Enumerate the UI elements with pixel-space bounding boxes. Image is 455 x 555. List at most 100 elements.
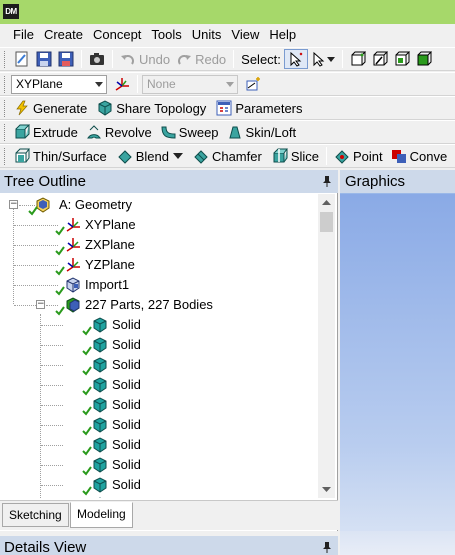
scroll-down-icon[interactable] [318, 481, 335, 498]
collapse-toggle[interactable]: − [36, 300, 45, 309]
tree-item-label: XYPlane [85, 217, 136, 232]
tree-item-label: Solid [112, 417, 141, 432]
tree-scrollbar[interactable] [318, 194, 335, 498]
face-filter-button[interactable] [391, 49, 413, 69]
tree-connector [14, 245, 58, 246]
solid-body-icon [92, 457, 108, 473]
tree-item-label: Solid [112, 337, 141, 352]
point-label: Point [353, 148, 383, 164]
menu-tools[interactable]: Tools [146, 24, 186, 46]
extrude-icon [14, 124, 30, 140]
blend-button[interactable]: Blend [114, 146, 186, 166]
tree-outline-header: Tree Outline [0, 170, 338, 193]
sweep-button[interactable]: Sweep [157, 122, 222, 142]
toolbar-grip[interactable] [4, 147, 7, 165]
tree-item-label: Solid [112, 477, 141, 492]
slice-button[interactable]: Slice [269, 146, 322, 166]
tree-item-label: Import1 [85, 277, 130, 292]
tree-connector [14, 265, 58, 266]
menu-view[interactable]: View [226, 24, 264, 46]
skin-loft-icon [227, 124, 243, 140]
extrude-button[interactable]: Extrude [11, 122, 81, 142]
camera-icon [89, 51, 105, 67]
parts-bodies-icon [65, 297, 81, 313]
thin-surface-label: Thin/Surface [33, 148, 107, 164]
edge-filter-button[interactable] [369, 49, 391, 69]
tree-item-label: Solid [112, 397, 141, 412]
convert-button[interactable]: Conve [388, 146, 451, 166]
plane-select-value: XYPlane [16, 77, 63, 91]
share-topology-button[interactable]: Share Topology [94, 98, 209, 118]
select-label: Select: [241, 51, 281, 67]
solid-body-icon [92, 477, 108, 493]
sweep-label: Sweep [178, 124, 219, 140]
solid-body-icon [92, 437, 108, 453]
vertex-filter-button[interactable] [347, 49, 369, 69]
body-filter-button[interactable] [413, 49, 435, 69]
plane-select[interactable]: XYPlane [11, 74, 107, 94]
new-sketch-icon [245, 76, 261, 92]
tree-body: − A: Geometry XYPlane ZXPlane YZPlane Im… [0, 194, 318, 498]
skin-loft-label: Skin/Loft [245, 124, 297, 140]
select-filter-dropdown[interactable] [308, 49, 338, 69]
blend-icon [117, 148, 133, 164]
select-mode-button[interactable] [283, 49, 308, 69]
pin-icon[interactable] [322, 541, 332, 553]
generate-button[interactable]: Generate [11, 98, 90, 118]
check-icon [82, 406, 92, 416]
toolbar-grip[interactable] [4, 123, 7, 141]
toolbar-grip[interactable] [4, 99, 7, 117]
tree-item-label: Solid [112, 457, 141, 472]
new-plane-button[interactable] [111, 74, 133, 94]
new-button[interactable] [11, 49, 33, 69]
tree-connector [41, 385, 63, 386]
tab-modeling[interactable]: Modeling [70, 502, 133, 528]
screenshot-button[interactable] [86, 49, 108, 69]
undo-button[interactable]: Undo [117, 49, 173, 69]
toolbar-grip[interactable] [4, 75, 7, 93]
slice-label: Slice [290, 148, 319, 164]
menu-file[interactable]: File [8, 24, 39, 46]
new-file-icon [14, 51, 30, 67]
chamfer-icon [193, 148, 209, 164]
solid-body-icon [92, 417, 108, 433]
tree-item-label: ZXPlane [85, 237, 135, 252]
solid-body-icon [92, 377, 108, 393]
check-icon [55, 286, 65, 296]
skin-loft-button[interactable]: Skin/Loft [224, 122, 300, 142]
toolbar-grip[interactable] [4, 50, 7, 68]
pin-icon[interactable] [322, 175, 332, 187]
thin-surface-button[interactable]: Thin/Surface [11, 146, 110, 166]
menu-create[interactable]: Create [39, 24, 88, 46]
parameters-button[interactable]: Parameters [213, 98, 305, 118]
check-icon [55, 246, 65, 256]
share-topology-label: Share Topology [116, 100, 207, 116]
open-button[interactable] [33, 49, 55, 69]
tree-connector [14, 225, 58, 226]
collapse-toggle[interactable]: − [9, 200, 18, 209]
tab-sketching[interactable]: Sketching [2, 503, 69, 527]
menu-help[interactable]: Help [264, 24, 301, 46]
chamfer-button[interactable]: Chamfer [190, 146, 265, 166]
tree-connector [41, 325, 63, 326]
save-button[interactable] [55, 49, 77, 69]
tree-connector [41, 405, 63, 406]
tree-item-label: 227 Parts, 227 Bodies [85, 297, 213, 312]
redo-button[interactable]: Redo [173, 49, 229, 69]
new-sketch-button[interactable] [242, 74, 264, 94]
extrude-label: Extrude [33, 124, 78, 140]
tree-connector [41, 425, 63, 426]
revolve-button[interactable]: Revolve [83, 122, 155, 142]
check-icon [55, 306, 65, 316]
scroll-up-icon[interactable] [318, 194, 335, 211]
menu-units[interactable]: Units [187, 24, 227, 46]
chevron-down-icon[interactable] [172, 148, 183, 164]
solid-body-icon [92, 337, 108, 353]
menu-concept[interactable]: Concept [88, 24, 146, 46]
tree-connector [41, 345, 63, 346]
sketch-select[interactable]: None [142, 74, 238, 94]
tree-connector [14, 285, 58, 286]
scroll-thumb[interactable] [320, 212, 333, 232]
graphics-viewport[interactable] [340, 194, 455, 555]
point-button[interactable]: Point [331, 146, 386, 166]
